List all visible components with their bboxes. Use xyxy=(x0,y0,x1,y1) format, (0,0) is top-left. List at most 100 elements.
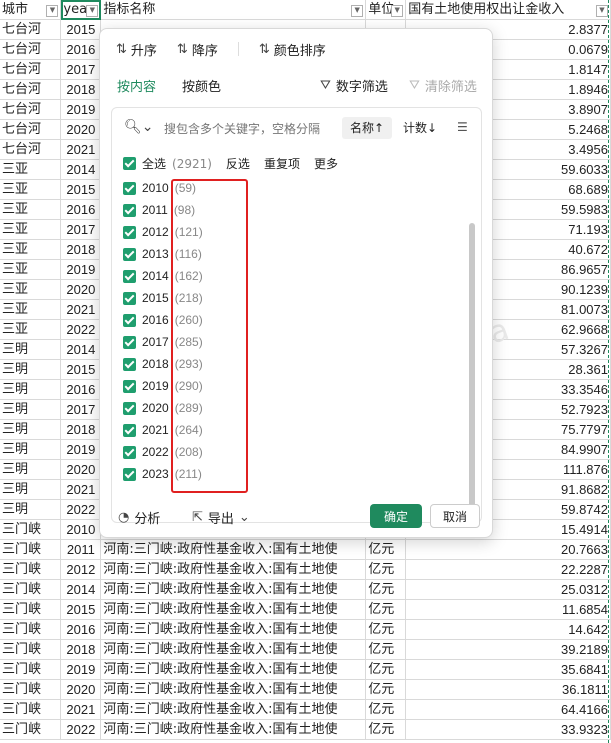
cell-year[interactable]: 2016 xyxy=(60,39,102,60)
item-checkbox[interactable] xyxy=(123,357,136,371)
cell-year[interactable]: 2021 xyxy=(60,299,102,320)
sort-by-name-button[interactable]: 名称↑ xyxy=(342,117,392,139)
cell-year[interactable]: 2015 xyxy=(60,179,102,200)
cell-year[interactable]: 2017 xyxy=(60,219,102,240)
cell-indicator[interactable]: 河南:三门峡:政府性基金收入:国有土地使 xyxy=(100,539,367,560)
cell-revenue[interactable]: 35.6841 xyxy=(405,659,611,680)
item-checkbox[interactable] xyxy=(123,225,136,239)
item-checkbox[interactable] xyxy=(123,203,136,217)
cell-indicator[interactable]: 河南:三门峡:政府性基金收入:国有土地使 xyxy=(100,579,367,600)
cell-city[interactable]: 七台河 xyxy=(0,119,62,140)
cell-city[interactable]: 三门峡 xyxy=(0,659,62,680)
cell-year[interactable]: 2019 xyxy=(60,439,102,460)
list-scrollbar[interactable] xyxy=(469,223,475,513)
cell-city[interactable]: 七台河 xyxy=(0,19,62,40)
tab-by-color[interactable]: 按颜色 xyxy=(182,76,221,95)
cell-year[interactable]: 2014 xyxy=(60,339,102,360)
cell-city[interactable]: 三亚 xyxy=(0,199,62,220)
cell-unit[interactable]: 亿元 xyxy=(365,579,407,600)
cell-year[interactable]: 2015 xyxy=(60,599,102,620)
item-checkbox[interactable] xyxy=(123,401,136,415)
cell-indicator[interactable]: 河南:三门峡:政府性基金收入:国有土地使 xyxy=(100,679,367,700)
cell-city[interactable]: 三门峡 xyxy=(0,599,62,620)
cell-revenue[interactable]: 25.0312 xyxy=(405,579,611,600)
export-button[interactable]: ⇱ 导出 ⌄ xyxy=(192,508,250,527)
cell-unit[interactable]: 亿元 xyxy=(365,659,407,680)
cell-year[interactable]: 2020 xyxy=(60,459,102,480)
sort-by-count-button[interactable]: 计数↓ xyxy=(403,117,437,139)
invert-selection-link[interactable]: 反选 xyxy=(226,155,250,172)
search-icon[interactable]: 🔍︎⌄ xyxy=(124,119,154,135)
duplicates-link[interactable]: 重复项 xyxy=(264,155,300,172)
cell-city[interactable]: 三明 xyxy=(0,339,62,360)
cell-city[interactable]: 三门峡 xyxy=(0,619,62,640)
cell-indicator[interactable]: 河南:三门峡:政府性基金收入:国有土地使 xyxy=(100,659,367,680)
cell-city[interactable]: 三门峡 xyxy=(0,519,62,540)
item-checkbox[interactable] xyxy=(123,269,136,283)
cell-city[interactable]: 三亚 xyxy=(0,319,62,340)
cell-city[interactable]: 三亚 xyxy=(0,259,62,280)
cell-unit[interactable]: 亿元 xyxy=(365,599,407,620)
search-input[interactable] xyxy=(162,118,346,140)
cell-city[interactable]: 三明 xyxy=(0,359,62,380)
cell-revenue[interactable]: 14.642 xyxy=(405,619,611,640)
cell-year[interactable]: 2021 xyxy=(60,699,102,720)
cell-revenue[interactable]: 39.2189 xyxy=(405,639,611,660)
cell-year[interactable]: 2021 xyxy=(60,479,102,500)
cell-city[interactable]: 七台河 xyxy=(0,59,62,80)
more-link[interactable]: 更多 xyxy=(314,155,338,172)
cell-city[interactable]: 三门峡 xyxy=(0,579,62,600)
cell-city[interactable]: 七台河 xyxy=(0,79,62,100)
list-settings-icon[interactable]: ☰ xyxy=(457,120,468,134)
cell-year[interactable]: 2014 xyxy=(60,159,102,180)
cell-year[interactable]: 2018 xyxy=(60,239,102,260)
cell-city[interactable]: 三明 xyxy=(0,379,62,400)
header-unit[interactable]: 单位 ▼ xyxy=(365,0,407,20)
cell-year[interactable]: 2017 xyxy=(60,399,102,420)
cell-year[interactable]: 2018 xyxy=(60,639,102,660)
cell-city[interactable]: 七台河 xyxy=(0,99,62,120)
cell-unit[interactable]: 亿元 xyxy=(365,679,407,700)
cell-year[interactable]: 2019 xyxy=(60,99,102,120)
sort-ascending-button[interactable]: ⇅ 升序 xyxy=(116,40,157,59)
cell-year[interactable]: 2016 xyxy=(60,379,102,400)
filter-dropdown-icon[interactable]: ▼ xyxy=(351,5,364,17)
cell-year[interactable]: 2015 xyxy=(60,359,102,380)
cell-city[interactable]: 七台河 xyxy=(0,139,62,160)
cell-city[interactable]: 三门峡 xyxy=(0,559,62,580)
cell-year[interactable]: 2022 xyxy=(60,719,102,740)
cell-year[interactable]: 2016 xyxy=(60,199,102,220)
header-indicator[interactable]: 指标名称 ▼ xyxy=(100,0,367,20)
cell-year[interactable]: 2019 xyxy=(60,259,102,280)
confirm-button[interactable]: 确定 xyxy=(370,504,422,528)
cell-year[interactable]: 2020 xyxy=(60,119,102,140)
cell-revenue[interactable]: 22.2287 xyxy=(405,559,611,580)
item-checkbox[interactable] xyxy=(123,335,136,349)
cell-year[interactable]: 2020 xyxy=(60,679,102,700)
select-all-row[interactable]: 全选 (2921) 反选 重复项 更多 xyxy=(123,155,338,172)
cell-indicator[interactable]: 河南:三门峡:政府性基金收入:国有土地使 xyxy=(100,619,367,640)
cell-year[interactable]: 2010 xyxy=(60,519,102,540)
item-checkbox[interactable] xyxy=(123,313,136,327)
header-year[interactable]: yea ▼ xyxy=(60,0,102,20)
item-checkbox[interactable] xyxy=(123,181,136,195)
cell-city[interactable]: 三明 xyxy=(0,399,62,420)
item-checkbox[interactable] xyxy=(123,445,136,459)
cell-revenue[interactable]: 11.6854 xyxy=(405,599,611,620)
cell-unit[interactable]: 亿元 xyxy=(365,699,407,720)
cell-city[interactable]: 三门峡 xyxy=(0,639,62,660)
cell-city[interactable]: 三门峡 xyxy=(0,719,62,740)
cell-year[interactable]: 2012 xyxy=(60,559,102,580)
cell-unit[interactable]: 亿元 xyxy=(365,559,407,580)
cell-city[interactable]: 三亚 xyxy=(0,219,62,240)
cell-year[interactable]: 2018 xyxy=(60,79,102,100)
cell-revenue[interactable]: 36.1811 xyxy=(405,679,611,700)
cell-unit[interactable]: 亿元 xyxy=(365,639,407,660)
cell-year[interactable]: 2019 xyxy=(60,659,102,680)
cell-indicator[interactable]: 河南:三门峡:政府性基金收入:国有土地使 xyxy=(100,699,367,720)
cell-revenue[interactable]: 33.9323 xyxy=(405,719,611,740)
cell-year[interactable]: 2017 xyxy=(60,59,102,80)
item-checkbox[interactable] xyxy=(123,291,136,305)
number-filter-button[interactable]: ⛛ 数字筛选 xyxy=(320,76,388,95)
cell-year[interactable]: 2014 xyxy=(60,579,102,600)
